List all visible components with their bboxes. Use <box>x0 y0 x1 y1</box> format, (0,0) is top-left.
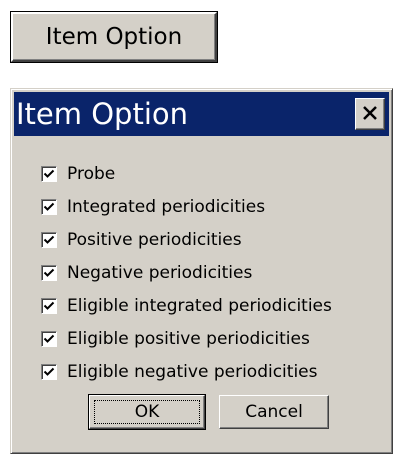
option-label: Integrated periodicities <box>67 196 266 217</box>
cancel-button[interactable]: Cancel <box>219 395 329 429</box>
option-negative-periodicities[interactable]: Negative periodicities <box>41 256 332 289</box>
options-list: Probe Integrated periodicities Positive … <box>41 157 332 388</box>
checkmark-icon <box>43 367 55 376</box>
negative-periodicities-checkbox[interactable] <box>41 264 57 281</box>
probe-checkbox[interactable] <box>41 165 57 182</box>
option-label: Eligible positive periodicities <box>67 328 310 349</box>
option-eligible-positive-periodicities[interactable]: Eligible positive periodicities <box>41 322 332 355</box>
close-button[interactable] <box>355 98 385 130</box>
checkmark-icon <box>43 301 55 310</box>
option-eligible-integrated-periodicities[interactable]: Eligible integrated periodicities <box>41 289 332 322</box>
option-label: Negative periodicities <box>67 262 253 283</box>
eligible-negative-periodicities-checkbox[interactable] <box>41 363 57 380</box>
positive-periodicities-checkbox[interactable] <box>41 231 57 248</box>
item-option-dialog: Item Option Probe Integrated periodiciti… <box>10 88 393 454</box>
integrated-periodicities-checkbox[interactable] <box>41 198 57 215</box>
dialog-title-bar[interactable]: Item Option <box>14 92 389 136</box>
option-label: Positive periodicities <box>67 229 242 250</box>
eligible-integrated-periodicities-checkbox[interactable] <box>41 297 57 314</box>
checkmark-icon <box>43 235 55 244</box>
option-integrated-periodicities[interactable]: Integrated periodicities <box>41 190 332 223</box>
close-icon <box>363 106 377 120</box>
option-probe[interactable]: Probe <box>41 157 332 190</box>
focus-ring <box>94 400 200 424</box>
checkmark-icon <box>43 268 55 277</box>
option-label: Eligible integrated periodicities <box>67 295 332 316</box>
item-option-button[interactable]: Item Option <box>11 12 217 62</box>
checkmark-icon <box>43 169 55 178</box>
option-label: Probe <box>67 163 116 184</box>
option-eligible-negative-periodicities[interactable]: Eligible negative periodicities <box>41 355 332 388</box>
ok-button[interactable]: OK <box>89 395 205 429</box>
checkmark-icon <box>43 202 55 211</box>
dialog-title: Item Option <box>16 97 189 131</box>
checkmark-icon <box>43 334 55 343</box>
option-positive-periodicities[interactable]: Positive periodicities <box>41 223 332 256</box>
eligible-positive-periodicities-checkbox[interactable] <box>41 330 57 347</box>
option-label: Eligible negative periodicities <box>67 361 318 382</box>
cancel-button-label: Cancel <box>245 402 303 422</box>
